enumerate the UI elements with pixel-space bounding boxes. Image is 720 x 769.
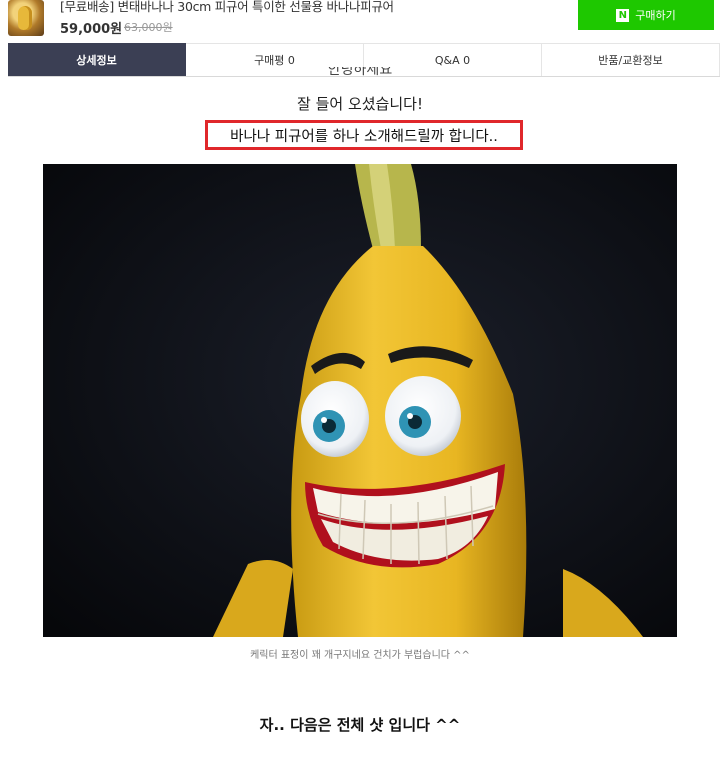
banana-figure-illustration (43, 164, 677, 637)
partial-text-line: 안녕하세요 (327, 67, 393, 77)
product-thumbnail[interactable] (8, 0, 44, 36)
buy-button[interactable]: N 구매하기 (578, 0, 714, 30)
welcome-text: 잘 들어 오셨습니다! (297, 95, 423, 113)
original-price: 63,000원 (124, 21, 173, 34)
banana-figure-photo (43, 164, 677, 637)
next-section-text: 자.. 다음은 전체 샷 입니다 ^^ (259, 716, 461, 734)
buy-button-label: 구매하기 (635, 9, 676, 22)
product-bar: [무료배송] 변태바나나 30cm 피규어 특이한 선물용 바나나피규어 59,… (0, 0, 720, 42)
product-price: 59,000원 (60, 22, 123, 37)
photo-caption: 케릭터 표정이 꽤 개구지네요 건치가 부럽습니다 ^^ (250, 650, 470, 661)
highlighted-intro-text: 바나나 피규어를 하나 소개해드릴까 합니다.. (205, 120, 523, 150)
product-title[interactable]: [무료배송] 변태바나나 30cm 피규어 특이한 선물용 바나나피규어 (60, 0, 394, 15)
naver-pay-icon: N (616, 8, 630, 22)
